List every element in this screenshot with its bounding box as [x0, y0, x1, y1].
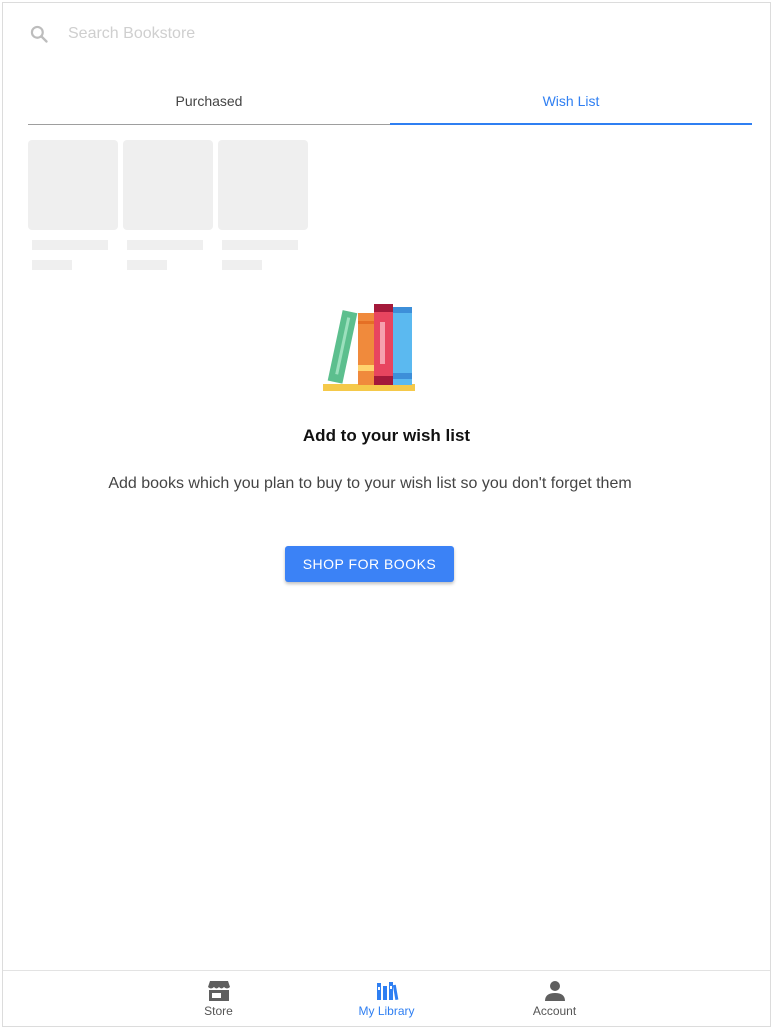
nav-label-my-library: My Library	[358, 1004, 415, 1018]
nav-item-account[interactable]: Account	[471, 971, 639, 1027]
skeleton-title-line	[222, 240, 298, 250]
skeleton-title-line	[127, 240, 203, 250]
empty-state-description: Add books which you plan to buy to your …	[108, 475, 632, 492]
search-input[interactable]	[66, 24, 670, 44]
search-bar[interactable]	[28, 17, 752, 51]
library-icon	[375, 980, 399, 1002]
shop-for-books-button[interactable]: SHOP FOR BOOKS	[285, 546, 454, 582]
library-tabs: Purchased Wish List	[28, 82, 752, 125]
skeleton-cover	[28, 140, 118, 230]
skeleton-cover	[218, 140, 308, 230]
books-illustration	[323, 303, 417, 395]
skeleton-subtitle-line	[32, 260, 72, 270]
store-icon	[207, 980, 231, 1002]
tab-wish-list[interactable]: Wish List	[390, 82, 752, 125]
skeleton-subtitle-line	[127, 260, 167, 270]
skeleton-placeholders	[28, 140, 308, 270]
account-icon	[544, 980, 566, 1002]
skeleton-card	[28, 140, 118, 270]
skeleton-card	[123, 140, 213, 270]
empty-state-title: Add to your wish list	[302, 426, 471, 445]
tab-purchased[interactable]: Purchased	[28, 82, 390, 124]
skeleton-title-line	[32, 240, 108, 250]
app-frame: Purchased Wish List	[2, 2, 771, 1027]
nav-label-account: Account	[532, 1004, 577, 1018]
skeleton-cover	[123, 140, 213, 230]
nav-item-my-library[interactable]: My Library	[303, 971, 471, 1027]
search-icon[interactable]	[28, 23, 50, 45]
skeleton-subtitle-line	[222, 260, 262, 270]
skeleton-card	[218, 140, 308, 270]
nav-item-store[interactable]: Store	[135, 971, 303, 1027]
bottom-navigation: Store My Library Account	[3, 970, 770, 1027]
nav-label-store: Store	[204, 1004, 233, 1018]
